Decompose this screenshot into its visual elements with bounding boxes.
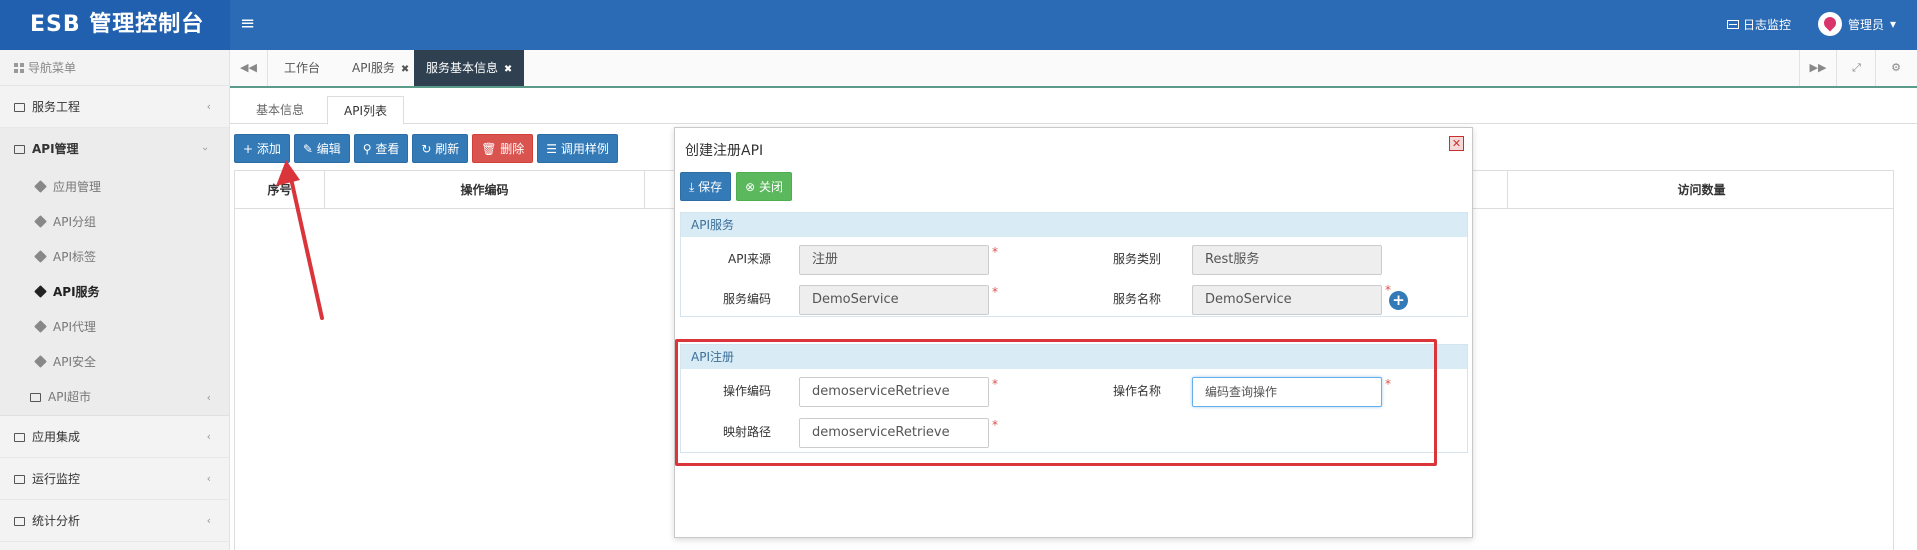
folder-icon <box>14 475 25 484</box>
close-tab-icon[interactable]: ✖ <box>504 64 512 75</box>
avatar <box>1818 12 1842 36</box>
chevron-left-icon: ‹ <box>206 100 211 113</box>
tab-workbench[interactable]: 工作台 <box>272 50 332 86</box>
service-code-field[interactable]: DemoService <box>799 285 989 315</box>
sidebar-item-api-proxy[interactable]: API代理 <box>0 310 229 345</box>
dialog-title: 创建注册API <box>685 143 764 159</box>
log-monitor-label: 日志监控 <box>1743 18 1792 32</box>
sidebar-item-api-security[interactable]: API安全 <box>0 345 229 380</box>
fullscreen-icon[interactable]: ⤢ <box>1838 50 1876 86</box>
service-name-label: 服务名称 <box>1112 292 1161 306</box>
service-type-field[interactable]: Rest服务 <box>1192 245 1382 275</box>
tag-icon <box>34 250 47 263</box>
tag-icon <box>34 285 47 298</box>
sidebar-item-service-project[interactable]: 服务工程 ‹ <box>0 86 229 128</box>
sidebar: 导航菜单 服务工程 ‹ API管理 › 应用管理 API分组 API标签 API… <box>0 50 230 550</box>
chevron-left-icon: ‹ <box>206 430 211 443</box>
api-source-label: API来源 <box>728 252 771 266</box>
close-icon[interactable]: ✕ <box>1449 136 1464 151</box>
menu-toggle-icon[interactable]: ≡ <box>240 14 255 34</box>
required-mark: * <box>992 245 998 259</box>
user-menu[interactable]: 管理员 ▾ <box>1818 12 1896 36</box>
chevron-left-icon: ‹ <box>206 514 211 527</box>
nav-title: 导航菜单 <box>0 50 229 86</box>
api-source-field[interactable]: 注册 <box>799 245 989 275</box>
tab-basic-info[interactable]: 基本信息 <box>240 96 320 125</box>
edit-button[interactable]: ✎ 编辑 <box>293 134 350 163</box>
tag-icon <box>34 215 47 228</box>
section-title: API服务 <box>681 213 1467 237</box>
sidebar-item-api-tag[interactable]: API标签 <box>0 240 229 275</box>
sidebar-item-app-management[interactable]: 应用管理 <box>0 170 229 205</box>
dialog-buttons: ⤓ 保存 ⊗ 关闭 <box>680 172 792 201</box>
folder-icon <box>14 433 25 442</box>
sidebar-item-statistics[interactable]: 统计分析 ‹ <box>0 500 229 542</box>
api-submenu: 应用管理 API分组 API标签 API服务 API代理 API安全 API超市… <box>0 170 229 416</box>
gear-icon[interactable]: ⚙ <box>1877 50 1915 86</box>
folder-icon <box>14 103 25 112</box>
chevron-down-icon: › <box>198 146 212 152</box>
user-name: 管理员 <box>1848 17 1885 32</box>
sidebar-item-api-group[interactable]: API分组 <box>0 205 229 240</box>
sidebar-item-runtime-monitor[interactable]: 运行监控 ‹ <box>0 458 229 500</box>
top-header: ESB 管理控制台 ≡ 日志监控 管理员 ▾ <box>0 0 1917 50</box>
refresh-button[interactable]: ↻ 刷新 <box>412 134 469 163</box>
api-service-section: API服务 API来源 注册 * 服务类别 Rest服务 服务编码 DemoSe… <box>680 212 1468 317</box>
folder-open-icon <box>14 145 25 154</box>
service-name-field[interactable]: DemoService <box>1192 285 1382 315</box>
sidebar-item-api-service[interactable]: API服务 <box>0 275 229 310</box>
sidebar-item-app-integration[interactable]: 应用集成 ‹ <box>0 416 229 458</box>
chevron-left-icon: ‹ <box>206 472 211 485</box>
tag-icon <box>34 355 47 368</box>
chevron-left-icon: ‹ <box>206 391 211 404</box>
add-service-icon[interactable]: + <box>1389 291 1408 310</box>
call-example-button[interactable]: ☰ 调用样例 <box>537 134 618 163</box>
tab-api-service[interactable]: API服务 ✖ <box>340 50 421 86</box>
column-header-access-count[interactable]: 访问数量 <box>1507 171 1895 209</box>
sidebar-item-api-market[interactable]: API超市 ‹ <box>0 380 229 415</box>
caret-down-icon: ▾ <box>1890 17 1897 31</box>
delete-button[interactable]: 🗑 删除 <box>472 134 534 163</box>
close-tab-icon[interactable]: ✖ <box>401 64 409 75</box>
toolbar: + 添加 ✎ 编辑 ⚲ 查看 ↻ 刷新 🗑 删除 ☰ 调用样例 <box>234 134 618 163</box>
required-mark: * <box>992 285 998 299</box>
column-header-op-code[interactable]: 操作编码 <box>325 171 645 209</box>
tab-service-basic-info[interactable]: 服务基本信息 ✖ <box>414 50 525 86</box>
highlight-annotation <box>675 339 1437 466</box>
app-brand[interactable]: ESB 管理控制台 <box>0 0 230 50</box>
detail-tabs: 基本信息 API列表 <box>230 90 1917 125</box>
close-button[interactable]: ⊗ 关闭 <box>736 172 792 201</box>
grid-icon <box>14 63 24 73</box>
add-button[interactable]: + 添加 <box>234 134 290 163</box>
sidebar-item-api-management[interactable]: API管理 › <box>0 128 229 170</box>
monitor-icon <box>1727 20 1739 29</box>
folder-icon <box>14 517 25 526</box>
view-button[interactable]: ⚲ 查看 <box>353 134 409 163</box>
tab-scroll-left-icon[interactable]: ◀◀ <box>230 50 268 86</box>
tab-scroll-right-icon[interactable]: ▶▶ <box>1799 50 1837 86</box>
log-monitor-link[interactable]: 日志监控 <box>1727 16 1791 33</box>
arrow-annotation <box>276 160 324 320</box>
tag-icon <box>34 180 47 193</box>
create-api-dialog: 创建注册API ✕ ⤓ 保存 ⊗ 关闭 API服务 API来源 注册 * 服务类… <box>674 127 1473 538</box>
page-tabbar: ◀◀ 工作台 API服务 ✖ 服务基本信息 ✖ ▶▶ ⤢ ⚙ <box>230 50 1917 88</box>
service-code-label: 服务编码 <box>722 292 771 306</box>
tab-api-list[interactable]: API列表 <box>327 96 404 125</box>
service-type-label: 服务类别 <box>1112 252 1161 266</box>
tag-icon <box>34 320 47 333</box>
save-button[interactable]: ⤓ 保存 <box>680 172 732 201</box>
folder-icon <box>30 393 41 402</box>
